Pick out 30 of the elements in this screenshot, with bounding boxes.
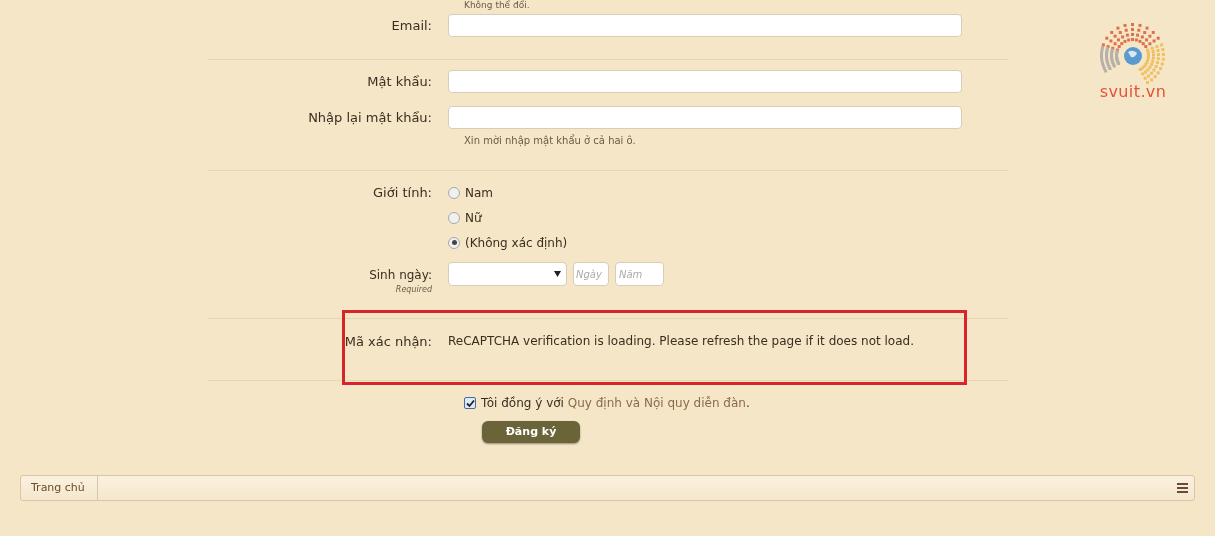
radio-button[interactable] — [448, 236, 460, 249]
month-dropdown[interactable] — [448, 262, 567, 286]
input-field[interactable] — [448, 70, 962, 93]
logo-text: svuit.vn — [1099, 81, 1167, 103]
menu-icon[interactable] — [1177, 483, 1188, 493]
hint-text: Không thể đổi. — [464, 0, 531, 10]
dropdown-caret-icon — [554, 271, 561, 277]
input-field[interactable] — [448, 14, 962, 37]
agree-text: Tôi đồng ý với Quy định và Nội quy diễn đàn. — [481, 395, 750, 412]
field-label: Nhập lại mật khẩu: — [308, 109, 432, 125]
radio-button[interactable] — [448, 186, 460, 199]
option-label: Nam — [465, 184, 494, 202]
day-input[interactable]: Ngày — [573, 262, 609, 286]
field-label: Sinh ngày: — [369, 267, 432, 284]
required-note: Required — [395, 284, 432, 296]
field-label: Mã xác nhận: — [344, 334, 432, 349]
breadcrumb-item[interactable]: Trang chủ — [21, 476, 98, 500]
radio-button[interactable] — [448, 211, 460, 224]
field-label: Giới tính: — [373, 185, 432, 200]
agree-checkbox[interactable] — [464, 397, 476, 409]
option-label: (Không xác định) — [465, 234, 568, 252]
input-field[interactable] — [448, 106, 962, 129]
hint-text: Xin mời nhập mật khẩu ở cả hai ô. — [464, 133, 637, 148]
option-label: Nữ — [465, 209, 482, 227]
field-label: Email: — [391, 17, 432, 33]
register-button[interactable]: Đăng ký — [482, 421, 580, 443]
field-label: Mật khẩu: — [367, 73, 432, 89]
rules-link[interactable]: Quy định và Nội quy diễn đàn — [567, 396, 746, 410]
captcha-message: ReCAPTCHA verification is loading. Please refresh the page if it does not load. — [448, 333, 914, 350]
year-input[interactable]: Năm — [615, 262, 664, 286]
